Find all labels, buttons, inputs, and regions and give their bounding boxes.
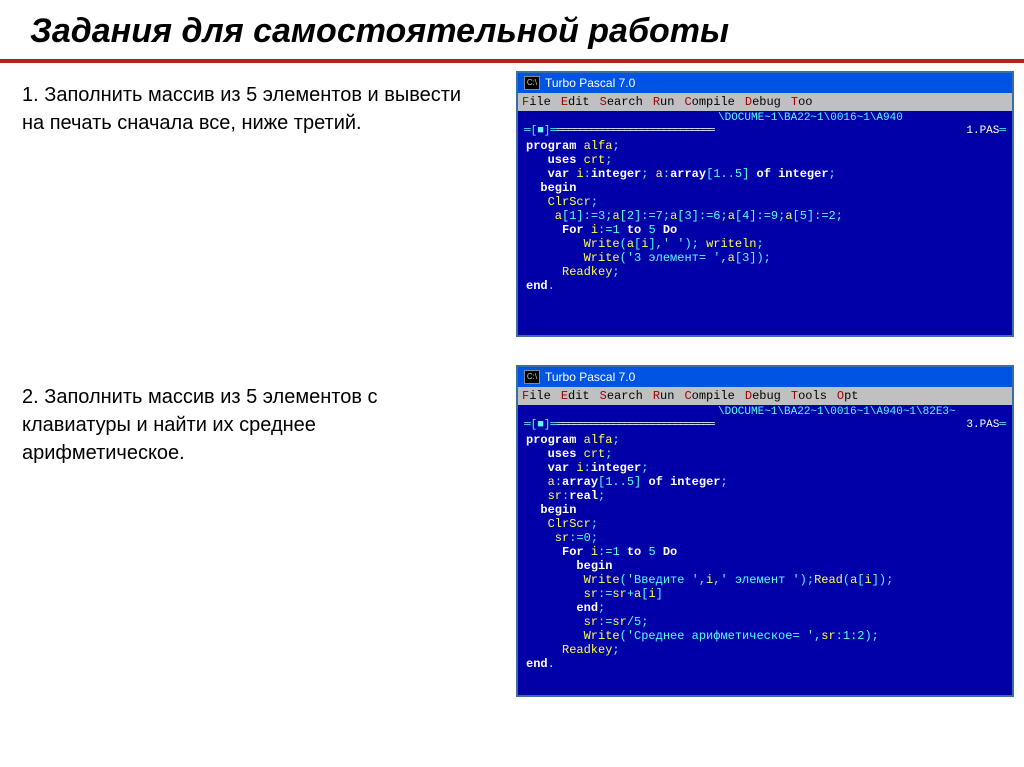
- file-name: 3.PAS: [966, 419, 999, 431]
- path-line-1: \DOCUME~1\BA22~1\0016~1\A940: [518, 111, 1012, 125]
- menu-tools[interactable]: Too: [791, 95, 813, 109]
- menu-run[interactable]: Run: [653, 389, 675, 403]
- menubar-2[interactable]: File Edit Search Run Compile Debug Tools…: [518, 387, 1012, 405]
- code-window-1: C:\ Turbo Pascal 7.0 File Edit Search Ru…: [516, 71, 1014, 337]
- menu-run[interactable]: Run: [653, 95, 675, 109]
- slide: Задания для самостоятельной работы 1. За…: [0, 0, 1024, 767]
- file-tab-1: ═[■]═ ════════════════════════════ 1.PAS…: [518, 125, 1012, 139]
- code-window-2: C:\ Turbo Pascal 7.0 File Edit Search Ru…: [516, 365, 1014, 697]
- dash-end: ═: [999, 125, 1006, 137]
- titlebar-2: C:\ Turbo Pascal 7.0: [518, 367, 1012, 387]
- menu-search[interactable]: Search: [600, 95, 643, 109]
- menu-debug[interactable]: Debug: [745, 95, 781, 109]
- dash-line: ════════════════════════════: [557, 419, 966, 431]
- menu-debug[interactable]: Debug: [745, 389, 781, 403]
- menu-edit[interactable]: Edit: [561, 95, 590, 109]
- console-icon: C:\: [524, 370, 540, 384]
- task-2-text: 2. Заполнить массив из 5 элементов с кла…: [22, 383, 482, 467]
- menubar-1[interactable]: File Edit Search Run Compile Debug Too: [518, 93, 1012, 111]
- menu-options[interactable]: Opt: [837, 389, 859, 403]
- code-block-2: program alfa; uses crt; var i:integer; a…: [518, 433, 1012, 675]
- code-block-1: program alfa; uses crt; var i:integer; a…: [518, 139, 1012, 297]
- menu-compile[interactable]: Compile: [684, 389, 734, 403]
- console-icon: C:\: [524, 76, 540, 90]
- dash-end: ═: [999, 419, 1006, 431]
- task-2-block: 2. Заполнить массив из 5 элементов с кла…: [22, 383, 482, 479]
- path-line-2: \DOCUME~1\BA22~1\0016~1\A940~1\82E3~: [518, 405, 1012, 419]
- titlebar-1: C:\ Turbo Pascal 7.0: [518, 73, 1012, 93]
- menu-file[interactable]: File: [522, 389, 551, 403]
- content-area: 1. Заполнить массив из 5 элементов и выв…: [0, 63, 1024, 167]
- task-1-text: 1. Заполнить массив из 5 элементов и выв…: [22, 81, 482, 137]
- titlebar-text: Turbo Pascal 7.0: [545, 76, 635, 90]
- file-name: 1.PAS: [966, 125, 999, 137]
- bracket-icon: ═[■]═: [524, 419, 557, 431]
- menu-file[interactable]: File: [522, 95, 551, 109]
- menu-tools[interactable]: Tools: [791, 389, 827, 403]
- bracket-icon: ═[■]═: [524, 125, 557, 137]
- file-tab-2: ═[■]═ ════════════════════════════ 3.PAS…: [518, 419, 1012, 433]
- menu-compile[interactable]: Compile: [684, 95, 734, 109]
- slide-title: Задания для самостоятельной работы: [0, 0, 1024, 63]
- titlebar-text: Turbo Pascal 7.0: [545, 370, 635, 384]
- dash-line: ════════════════════════════: [557, 125, 966, 137]
- menu-search[interactable]: Search: [600, 389, 643, 403]
- menu-edit[interactable]: Edit: [561, 389, 590, 403]
